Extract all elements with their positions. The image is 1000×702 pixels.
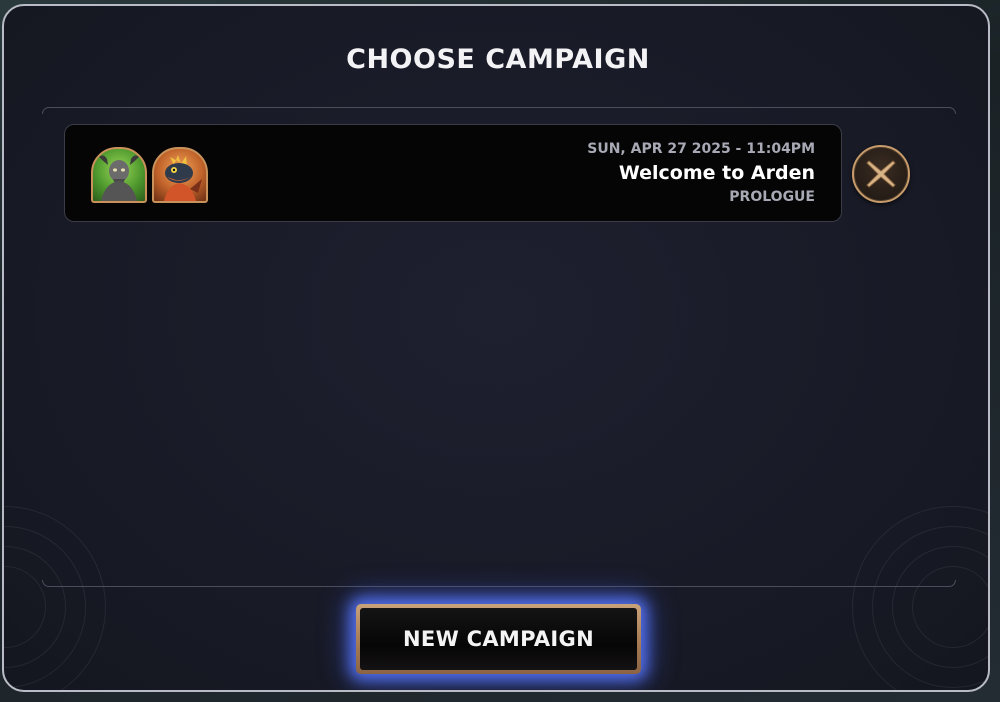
new-campaign-label: NEW CAMPAIGN: [360, 608, 637, 670]
campaign-title: Welcome to Arden: [618, 162, 815, 184]
campaign-card[interactable]: SUN, APR 27 2025 - 11:04PM Welcome to Ar…: [64, 124, 842, 222]
top-divider: [42, 107, 956, 114]
goat-creature-portrait-icon: [91, 147, 147, 203]
choose-campaign-modal: CHOOSE CAMPAIGN SUN, APR 27 2025 - 11:04…: [2, 4, 990, 692]
new-campaign-button[interactable]: NEW CAMPAIGN: [356, 604, 641, 674]
corner-ornament: [852, 506, 988, 690]
corner-ornament: [4, 506, 106, 690]
fire-lizard-portrait-icon: [152, 147, 208, 203]
delete-campaign-button[interactable]: [852, 145, 910, 203]
campaign-chapter: PROLOGUE: [729, 189, 815, 205]
bottom-divider: [42, 580, 956, 587]
campaign-date: SUN, APR 27 2025 - 11:04PM: [587, 141, 815, 157]
modal-title: CHOOSE CAMPAIGN: [346, 44, 650, 75]
close-x-icon: [866, 160, 896, 188]
